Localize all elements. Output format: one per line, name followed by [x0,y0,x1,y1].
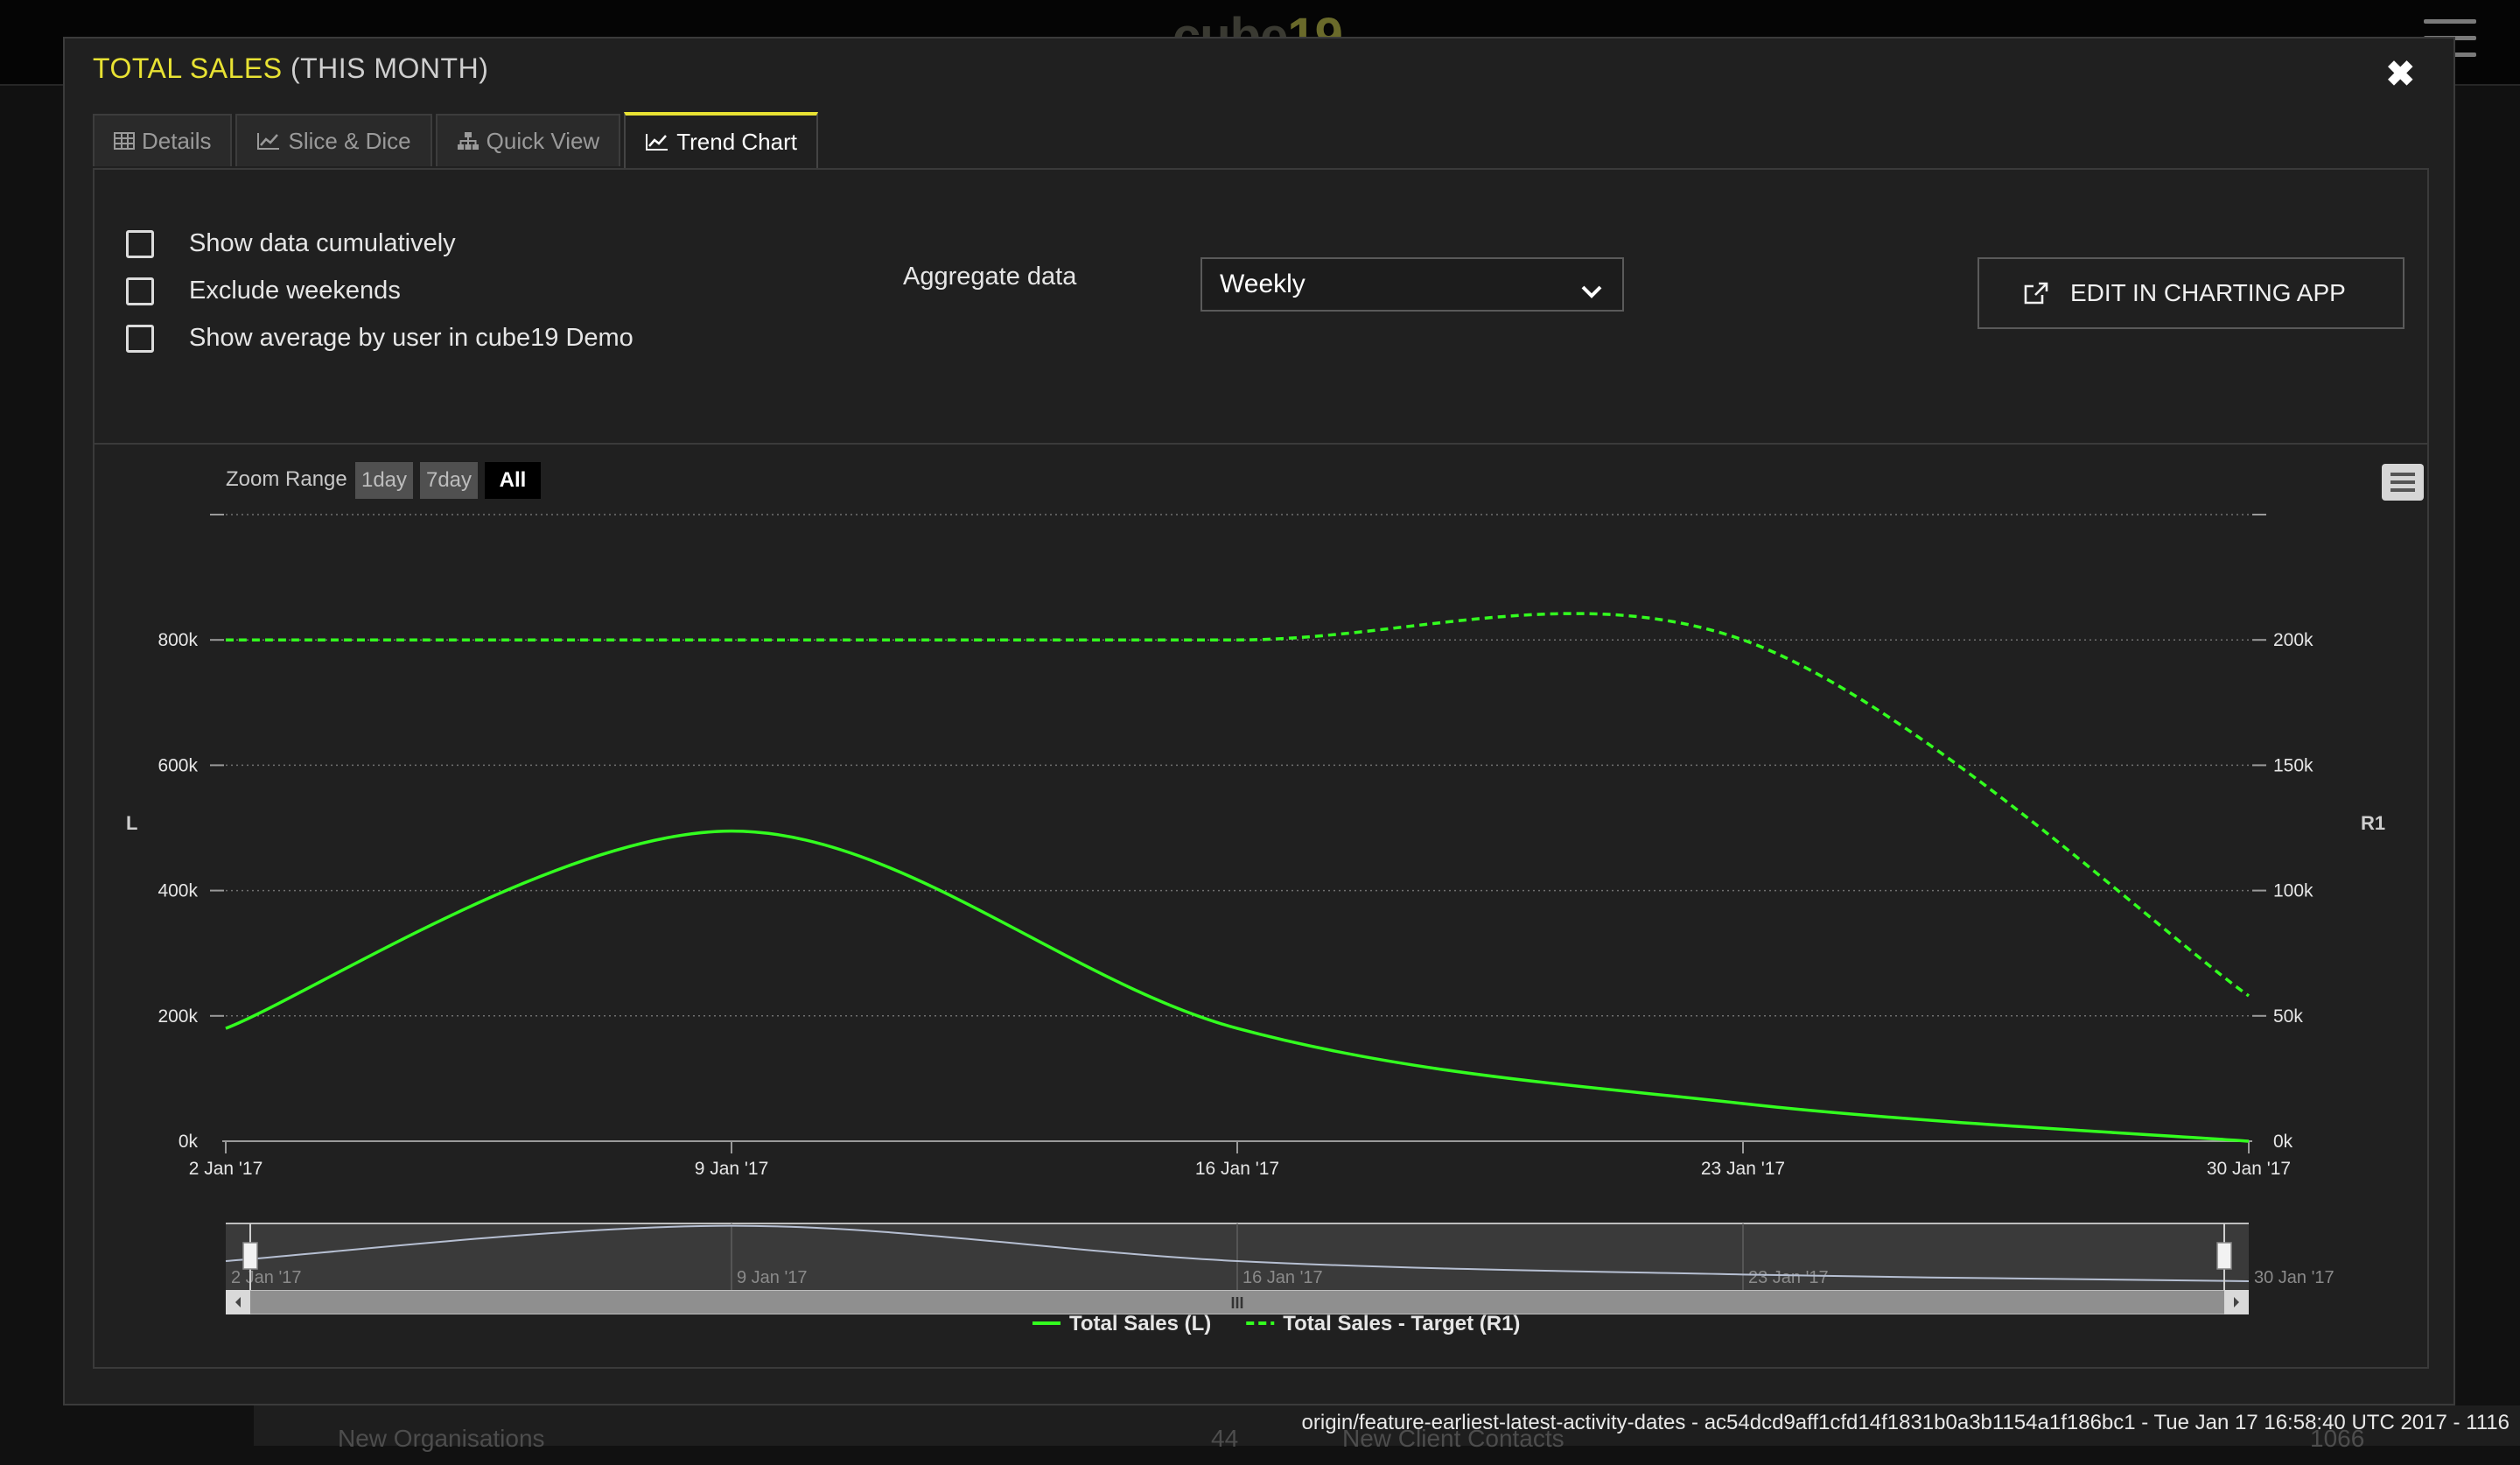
left-axis-tick-label: 0k [178,1132,199,1152]
edit-button-label: EDIT IN CHARTING APP [2070,279,2346,307]
chart-legend: Total Sales (L) Total Sales - Target (R1) [1032,1312,1520,1335]
right-axis-tick-label: 50k [2273,1006,2303,1027]
modal-title: TOTAL SALES (THIS MONTH) [93,53,488,85]
right-axis-tick-label: 200k [2273,630,2314,650]
right-axis-title: R1 [2361,812,2385,834]
right-axis-tick-label: 150k [2273,755,2314,775]
navigator-tick-label: 2 Jan '17 [231,1268,302,1287]
tab-quick-view[interactable]: Quick View [436,114,621,166]
left-axis-tick-label: 800k [158,630,198,650]
x-axis-tick-label: 2 Jan '17 [189,1159,263,1179]
navigator-tick-label: 9 Jan '17 [737,1268,808,1287]
tab-label: Quick View [486,128,600,155]
trend-chart-panel: Show data cumulatively Exclude weekends … [93,168,2429,1369]
checkbox-label: Show average by user in cube19 Demo [189,324,634,353]
aggregate-data-label: Aggregate data [903,263,1076,291]
close-icon[interactable]: ✖ [2385,54,2415,95]
build-info: origin/feature-earliest-latest-activity-… [1302,1411,2510,1435]
left-axis-tick-label: 600k [158,755,198,775]
chart-grid [210,515,2266,1016]
x-axis-tick-label: 9 Jan '17 [695,1159,769,1179]
tab-label: Trend Chart [676,129,797,156]
left-axis-tick-label: 200k [158,1006,198,1027]
trend-chart-modal: TOTAL SALES (THIS MONTH) ✖ Details Slice… [63,37,2455,1405]
tab-bar: Details Slice & Dice Quick View Trend Ch… [93,114,822,168]
chart-series [226,613,2249,1141]
navigator-drag-handle[interactable] [2217,1243,2231,1269]
navigator-drag-handle[interactable] [243,1243,257,1269]
legend-item-label[interactable]: Total Sales (L) [1069,1312,1211,1335]
checkbox-label: Exclude weekends [189,277,401,305]
left-axis-tick-label: 400k [158,881,198,901]
right-axis-tick-label: 100k [2273,881,2314,901]
chevron-down-icon [1580,277,1603,306]
area-chart-icon [645,132,669,151]
x-axis-tick-label: 16 Jan '17 [1195,1159,1279,1179]
modal-title-sub: (THIS MONTH) [290,53,488,84]
table-icon [114,131,135,151]
tab-details[interactable]: Details [93,114,232,166]
option-show-average: Show average by user in cube19 Demo [126,324,634,353]
right-axis-tick-label: 0k [2273,1132,2293,1152]
navigator-tick-label: 16 Jan '17 [1242,1268,1323,1287]
aggregate-data-select[interactable]: Weekly [1200,257,1624,312]
x-axis: 2 Jan '17 9 Jan '17 16 Jan '17 23 Jan '17 30… [189,1141,2291,1179]
show-average-checkbox[interactable] [126,325,154,353]
left-axis-title: L [126,812,137,834]
sitemap-icon [457,131,480,151]
edit-in-charting-app-button[interactable]: EDIT IN CHARTING APP [1978,257,2404,329]
show-cumulative-checkbox[interactable] [126,230,154,258]
x-axis-tick-label: 23 Jan '17 [1701,1159,1785,1179]
x-axis-tick-label: 30 Jan '17 [2207,1159,2291,1179]
checkbox-label: Show data cumulatively [189,229,456,258]
option-show-cumulative: Show data cumulatively [126,229,456,258]
tab-trend-chart[interactable]: Trend Chart [624,112,818,168]
legend-item-label[interactable]: Total Sales - Target (R1) [1283,1312,1520,1335]
navigator-tick-label: 30 Jan '17 [2254,1268,2334,1287]
option-exclude-weekends: Exclude weekends [126,277,401,305]
exclude-weekends-checkbox[interactable] [126,277,154,305]
chart-navigator[interactable]: 2 Jan '17 9 Jan '17 16 Jan '17 23 Jan '17 30… [226,1223,2334,1314]
aggregate-data-value: Weekly [1220,270,1306,299]
right-axis-ticks: 0k 50k 100k 150k 200k [2273,630,2314,1152]
external-link-icon [2023,281,2049,305]
tab-slice-dice[interactable]: Slice & Dice [235,114,431,166]
navigator-tick-label: 23 Jan '17 [1748,1268,1829,1287]
left-axis-ticks: 0k 200k 400k 600k 800k [158,630,198,1152]
sales-series-line[interactable] [226,831,2249,1141]
modal-title-main: TOTAL SALES [93,53,283,84]
tab-label: Details [142,128,211,155]
trend-chart: 0k 200k 400k 600k 800k 0k 50k 100k 150k 200k L R… [94,445,2427,1465]
target-series-line[interactable] [226,613,2249,996]
line-chart-icon [256,131,281,151]
tab-label: Slice & Dice [288,128,410,155]
scrollbar-grip-icon: III [1230,1294,1243,1312]
